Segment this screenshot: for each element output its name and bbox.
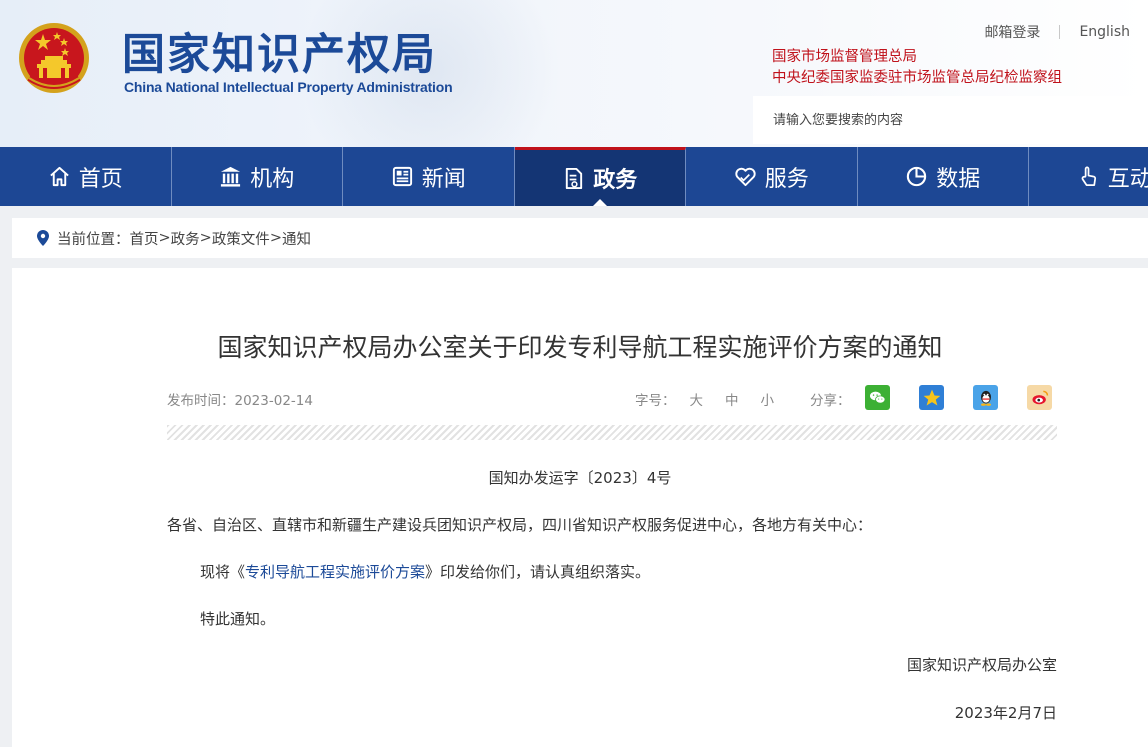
breadcrumb-home[interactable]: 首页: [130, 228, 159, 249]
breadcrumb-separator: >: [269, 230, 282, 246]
search-input[interactable]: [753, 96, 1148, 144]
breadcrumb-policy-documents[interactable]: 政策文件: [212, 228, 270, 249]
top-links-divider: [1059, 25, 1061, 39]
article-meta-divider: [167, 425, 1057, 440]
share-wechat[interactable]: [865, 385, 890, 410]
site-name-cn[interactable]: 国家知识产权局: [122, 20, 437, 82]
signature-office: 国家知识产权局办公室: [906, 656, 1057, 674]
nav-item-interaction[interactable]: 互动: [1029, 147, 1148, 206]
site-name-en[interactable]: China National Intellectual Property Adm…: [124, 79, 453, 95]
breadcrumb: 当前位置： 首页 > 政务 > 政策文件 > 通知: [12, 218, 1148, 258]
nav-item-service[interactable]: 服务: [686, 147, 858, 206]
admin-link-samr[interactable]: 国家市场监督管理总局: [772, 45, 917, 66]
nav-item-label: 服务: [764, 166, 809, 192]
share-qzone[interactable]: [919, 385, 944, 410]
para1-prefix: 现将《: [200, 563, 246, 581]
publish-date-value: 2023-02-14: [234, 393, 313, 409]
main-nav: 首页 机构 新闻 政务 服务 数据 互动: [0, 147, 1148, 206]
salutation: 各省、自治区、直辖市和新疆生产建设兵团知识产权局，四川省知识产权服务促进中心，各…: [167, 516, 873, 534]
breadcrumb-government-affairs[interactable]: 政务: [171, 228, 200, 249]
nav-item-label: 互动: [1107, 166, 1148, 192]
share-label: 分享：: [810, 393, 851, 409]
institution-icon: [221, 166, 241, 187]
breadcrumb-separator: >: [158, 230, 171, 246]
news-icon: [392, 166, 412, 187]
english-link[interactable]: English: [1079, 24, 1130, 40]
admin-link-discipline[interactable]: 中央纪委国家监委驻市场监管总局纪检监察组: [772, 66, 1062, 87]
wechat-icon: [869, 391, 886, 404]
breadcrumb-prefix: 当前位置：: [57, 231, 130, 248]
nav-item-label: 政务: [593, 168, 638, 193]
nav-item-label: 数据: [936, 166, 981, 192]
publish-date: 发布时间：2023-02-14: [167, 389, 313, 409]
nav-item-home[interactable]: 首页: [0, 147, 172, 206]
nav-item-government-affairs[interactable]: 政务: [514, 147, 686, 206]
weibo-icon: [1032, 390, 1048, 404]
font-size-small[interactable]: 小: [761, 389, 775, 409]
site-header: 国家知识产权局 China National Intellectual Prop…: [0, 0, 1148, 147]
font-size-control: 字号： 大 中 小: [635, 389, 774, 409]
nav-item-label: 新闻: [421, 166, 466, 192]
para1-suffix: 》印发给你们，请认真组织落实。: [425, 563, 651, 581]
publish-label: 发布时间：: [167, 393, 235, 409]
interaction-icon: [1081, 166, 1096, 186]
top-links: 邮箱登录 English: [984, 22, 1130, 42]
pie-chart-icon: [907, 166, 927, 187]
nav-item-label: 首页: [78, 166, 123, 192]
font-size-medium[interactable]: 中: [725, 389, 739, 409]
signature-date: 2023年2月7日: [954, 704, 1057, 722]
font-size-label: 字号：: [635, 393, 676, 409]
national-emblem-icon: [19, 23, 89, 93]
nav-item-institution[interactable]: 机构: [172, 147, 343, 206]
share-qq[interactable]: [973, 385, 998, 410]
body-paragraph-2: 特此通知。: [200, 610, 276, 628]
document-icon: [566, 167, 583, 189]
nav-item-data[interactable]: 数据: [858, 147, 1029, 206]
home-icon: [49, 166, 69, 187]
attachment-link[interactable]: 专利导航工程实施评价方案: [245, 563, 425, 581]
body-paragraph-1: 现将《专利导航工程实施评价方案》印发给你们，请认真组织落实。: [200, 561, 650, 582]
document-number: 国知办发运字〔2023〕4号: [488, 469, 672, 487]
article-title: 国家知识产权局办公室关于印发专利导航工程实施评价方案的通知: [217, 333, 943, 362]
qzone-icon: [923, 389, 940, 405]
article-panel: 国家知识产权局办公室关于印发专利导航工程实施评价方案的通知 发布时间：2023-…: [12, 268, 1148, 747]
breadcrumb-separator: >: [199, 230, 212, 246]
nav-item-label: 机构: [250, 166, 295, 192]
nav-item-news[interactable]: 新闻: [343, 147, 515, 206]
location-pin-icon: [37, 230, 49, 246]
font-size-large[interactable]: 大: [690, 389, 704, 409]
breadcrumb-notice[interactable]: 通知: [282, 228, 311, 249]
service-icon: [735, 167, 756, 187]
qq-icon: [980, 390, 991, 406]
share-weibo[interactable]: [1027, 385, 1052, 410]
mail-login-link[interactable]: 邮箱登录: [984, 22, 1040, 42]
